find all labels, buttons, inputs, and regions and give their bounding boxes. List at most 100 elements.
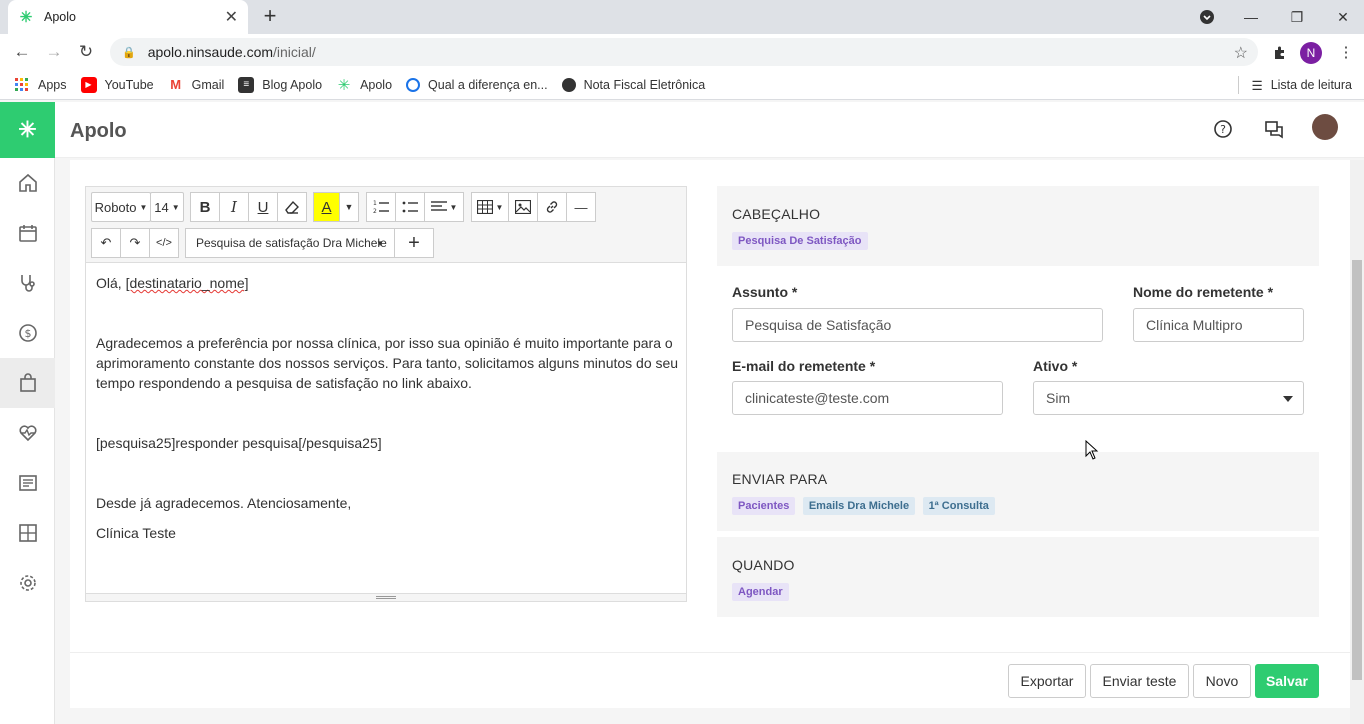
paragraph-body: Agradecemos a preferência por nossa clín…	[96, 335, 679, 391]
app-sidebar: ✳ $	[0, 102, 55, 724]
bullet-list-icon[interactable]	[395, 192, 425, 222]
subject-input[interactable]: Pesquisa de Satisfação	[732, 308, 1103, 342]
greeting-line: Olá, [destinatario_nome]	[96, 273, 681, 293]
dashboard-icon[interactable]	[0, 508, 55, 558]
template-select-value: Pesquisa de satisfação Dra Michele	[196, 236, 387, 250]
chevron-down-icon: ▼	[376, 238, 384, 248]
bookmark-nota-fiscal[interactable]: Nota Fiscal Eletrônica	[561, 77, 705, 92]
browser-tab[interactable]: ✳ Apolo ✕	[8, 0, 248, 34]
page-scrollbar[interactable]	[1350, 160, 1364, 724]
sender-name-input[interactable]: Clínica Multipro	[1133, 308, 1304, 342]
text-color-dropdown-icon[interactable]: ▼	[339, 192, 359, 222]
link-icon[interactable]	[537, 192, 567, 222]
align-dropdown-icon[interactable]: ▼	[424, 192, 464, 222]
new-tab-icon[interactable]: +	[258, 4, 282, 28]
undo-icon[interactable]: ↶	[91, 228, 121, 258]
font-size-select[interactable]: 14 ▼	[150, 192, 184, 222]
close-window-icon[interactable]: ✕	[1320, 0, 1364, 34]
export-button[interactable]: Exportar	[1008, 664, 1086, 698]
extensions-icon[interactable]	[1270, 42, 1290, 62]
heartbeat-icon[interactable]	[0, 408, 55, 458]
minimize-icon[interactable]: —	[1228, 0, 1274, 34]
code-view-icon[interactable]: </>	[149, 228, 179, 258]
reading-list[interactable]: ☰ Lista de leitura	[1238, 76, 1352, 94]
bookmark-label: YouTube	[104, 77, 154, 92]
bookmark-label: Apps	[38, 77, 67, 92]
recipient-tag: 1ª Consulta	[922, 497, 995, 515]
table-icon[interactable]: ▼	[471, 192, 509, 222]
home-icon[interactable]	[0, 158, 55, 208]
apolo-logo-icon[interactable]: ✳	[0, 102, 55, 158]
forward-icon[interactable]: →	[42, 40, 66, 64]
bookmark-apps[interactable]: Apps	[14, 77, 67, 93]
calendar-icon[interactable]	[0, 208, 55, 258]
tab-search-icon[interactable]	[1184, 0, 1230, 34]
horizontal-rule-icon[interactable]: —	[566, 192, 596, 222]
url-host: apolo.ninsaude.com	[147, 44, 274, 60]
help-icon[interactable]: ?	[1212, 118, 1234, 140]
send-to-section: ENVIAR PARA Pacientes Emails Dra Michele…	[717, 452, 1319, 531]
sender-name-label: Nome do remetente *	[1133, 284, 1274, 300]
address-bar: ← → ↻ 🔒 apolo.ninsaude.com/inicial/ ☆ N …	[0, 34, 1364, 70]
active-select-value: Sim	[1046, 390, 1071, 406]
editor-resize-handle[interactable]	[86, 593, 686, 601]
bookmark-apolo[interactable]: ✳ Apolo	[336, 76, 392, 94]
recipient-tag: Emails Dra Michele	[802, 497, 916, 515]
lock-icon: 🔒	[122, 46, 136, 59]
bookmark-youtube[interactable]: ▶ YouTube	[80, 76, 154, 93]
close-tab-icon[interactable]: ✕	[225, 7, 238, 27]
font-family-value: Roboto	[94, 199, 137, 215]
sender-email-input[interactable]: clinicateste@teste.com	[732, 381, 1003, 415]
url-path: /inicial/	[273, 44, 316, 60]
active-select[interactable]: Sim	[1033, 381, 1304, 415]
bookmark-star-icon[interactable]: ☆	[1234, 43, 1248, 63]
font-family-select[interactable]: Roboto ▼	[91, 192, 151, 222]
scrollbar-thumb[interactable]	[1352, 260, 1362, 680]
redo-icon[interactable]: ↷	[120, 228, 150, 258]
bookmark-blog-apolo[interactable]: ≡ Blog Apolo	[238, 76, 322, 93]
header-section: CABEÇALHO Pesquisa De Satisfação	[717, 186, 1319, 266]
shopping-bag-icon[interactable]	[0, 358, 55, 408]
ordered-list-icon[interactable]: 12	[366, 192, 396, 222]
app-title: Apolo	[70, 120, 127, 142]
sender-email-label: E-mail do remetente *	[732, 358, 876, 374]
apolo-icon: ✳	[337, 76, 351, 94]
back-icon[interactable]: ←	[10, 40, 34, 64]
template-select[interactable]: Pesquisa de satisfação Dra Michele ▼	[185, 228, 395, 258]
user-avatar[interactable]	[1312, 114, 1338, 140]
stethoscope-icon[interactable]	[0, 258, 55, 308]
profile-avatar[interactable]: N	[1300, 42, 1322, 64]
underline-icon[interactable]: U	[248, 192, 278, 222]
settings-gear-icon[interactable]	[0, 558, 55, 608]
bookmark-label: Qual a diferença en...	[428, 77, 548, 92]
save-button[interactable]: Salvar	[1255, 664, 1319, 698]
editor-content[interactable]: Olá, [destinatario_nome] Agradecemos a p…	[96, 273, 681, 543]
bookmark-qual-diferenca[interactable]: Qual a diferença en...	[406, 77, 548, 92]
add-template-icon[interactable]: +	[394, 228, 434, 258]
reload-icon[interactable]: ↻	[74, 40, 98, 64]
browser-menu-icon[interactable]: ⋮	[1336, 42, 1356, 62]
mouse-cursor-icon	[1085, 440, 1099, 460]
document-list-icon[interactable]	[0, 458, 55, 508]
restore-icon[interactable]: ❐	[1274, 0, 1320, 34]
youtube-icon: ▶	[80, 76, 97, 93]
apolo-favicon-icon: ✳	[19, 9, 33, 26]
greeting-prefix: Olá,	[96, 275, 126, 291]
bold-icon[interactable]: B	[190, 192, 220, 222]
italic-icon[interactable]: I	[219, 192, 249, 222]
text-color-icon[interactable]: A	[313, 192, 340, 222]
reading-list-icon: ☰	[1251, 78, 1263, 93]
image-icon[interactable]	[508, 192, 538, 222]
svg-text:?: ?	[1220, 123, 1226, 136]
url-field[interactable]: 🔒 apolo.ninsaude.com/inicial/ ☆	[110, 38, 1258, 66]
bookmark-gmail[interactable]: M Gmail	[168, 77, 224, 93]
send-test-button[interactable]: Enviar teste	[1090, 664, 1189, 698]
new-button[interactable]: Novo	[1193, 664, 1251, 698]
header-tag: Pesquisa De Satisfação	[732, 232, 868, 250]
eraser-icon[interactable]	[277, 192, 307, 222]
chat-icon[interactable]	[1263, 118, 1285, 140]
caret-down-icon	[1283, 396, 1293, 402]
editor-toolbar: Roboto▼ 14▼ B I U A ▼ 12 ▼ ▼ — ↶ ↷ </>	[86, 187, 686, 263]
finance-icon[interactable]: $	[0, 308, 55, 358]
